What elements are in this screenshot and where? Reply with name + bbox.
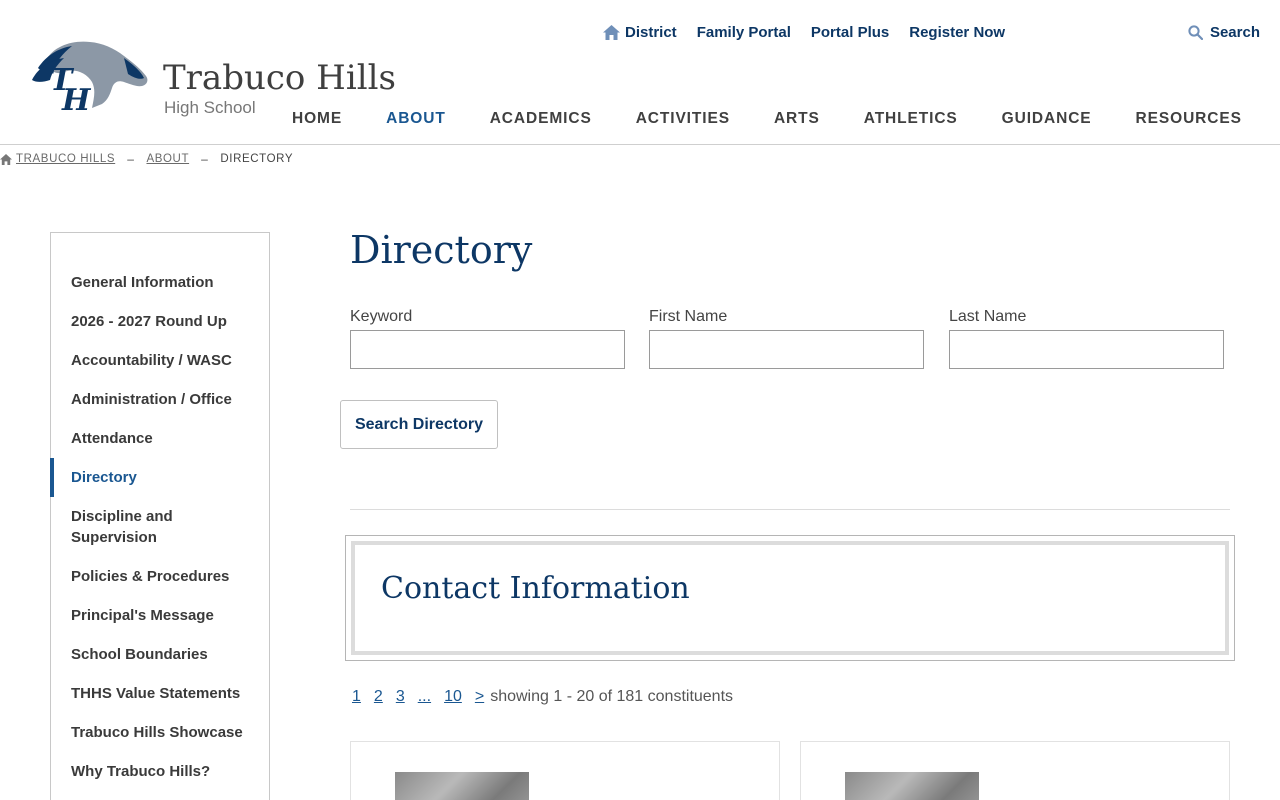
util-link-portal-plus[interactable]: Portal Plus: [811, 24, 889, 41]
breadcrumb-current: DIRECTORY: [220, 153, 294, 165]
utility-nav: District Family Portal Portal Plus Regis…: [603, 24, 1005, 41]
last-name-input[interactable]: [949, 330, 1224, 369]
sidebar-item-administration[interactable]: Administration / Office: [51, 380, 269, 419]
brand-subtitle: High School: [164, 98, 256, 117]
sidebar-item-policies[interactable]: Policies & Procedures: [51, 557, 269, 596]
main-nav-activities[interactable]: ACTIVITIES: [636, 110, 730, 128]
contact-information-inner: Contact Information: [351, 541, 1229, 655]
first-name-input[interactable]: [649, 330, 924, 369]
mustang-th-logo-icon[interactable]: T H: [28, 38, 152, 118]
main-nav-home[interactable]: HOME: [292, 110, 342, 128]
breadcrumb-about-link[interactable]: ABOUT: [146, 153, 189, 165]
constituent-card[interactable]: [350, 741, 780, 800]
first-name-field: First Name: [649, 308, 925, 369]
keyword-label: Keyword: [350, 308, 413, 325]
constituent-photo: [395, 772, 529, 800]
page-link-ellipsis[interactable]: ...: [418, 688, 431, 706]
util-link-family-portal[interactable]: Family Portal: [697, 24, 791, 41]
sidebar-item-why-trabuco-hills[interactable]: Why Trabuco Hills?: [51, 752, 269, 791]
constituent-card[interactable]: [800, 741, 1230, 800]
main-nav-arts[interactable]: ARTS: [774, 110, 820, 128]
main-nav-about[interactable]: ABOUT: [386, 110, 446, 128]
site-header: T H Trabuco Hills High School District F…: [0, 0, 1280, 145]
search-label: Search: [1209, 24, 1260, 41]
util-link-label: District: [625, 24, 677, 41]
page-link-next[interactable]: >: [475, 688, 484, 706]
sidebar-item-attendance[interactable]: Attendance: [51, 419, 269, 458]
svg-text:H: H: [61, 83, 92, 114]
breadcrumb-separator: –: [127, 152, 135, 166]
home-icon: [0, 153, 12, 165]
search-icon: [1188, 25, 1203, 40]
contact-information-title: Contact Information: [381, 571, 690, 606]
pagination: 1 2 3 ... 10 > showing 1 - 20 of 181 con…: [352, 688, 733, 706]
section-divider: [350, 509, 1230, 510]
first-name-label: First Name: [649, 308, 728, 325]
keyword-input[interactable]: [350, 330, 625, 369]
contact-information-box: Contact Information: [345, 535, 1235, 661]
main-nav: HOME ABOUT ACADEMICS ACTIVITIES ARTS ATH…: [292, 110, 1242, 128]
keyword-field: Keyword: [350, 308, 626, 369]
util-link-register-now[interactable]: Register Now: [909, 24, 1005, 41]
sidebar-item-value-statements[interactable]: THHS Value Statements: [51, 674, 269, 713]
sidebar-item-accountability[interactable]: Accountability / WASC: [51, 341, 269, 380]
home-icon: [603, 25, 620, 40]
main-nav-guidance[interactable]: GUIDANCE: [1002, 110, 1092, 128]
sidebar-item-directory[interactable]: Directory: [50, 458, 269, 497]
sidebar-item-showcase[interactable]: Trabuco Hills Showcase: [51, 713, 269, 752]
constituent-photo: [845, 772, 979, 800]
last-name-field: Last Name: [949, 308, 1225, 369]
search-directory-button[interactable]: Search Directory: [340, 400, 498, 449]
sidebar-item-discipline[interactable]: Discipline and Supervision: [51, 497, 269, 557]
last-name-label: Last Name: [949, 308, 1027, 325]
sidebar-item-general-information[interactable]: General Information: [51, 263, 269, 302]
page-link-1[interactable]: 1: [352, 688, 361, 706]
page-link-2[interactable]: 2: [374, 688, 383, 706]
sidebar-nav: General Information 2026 - 2027 Round Up…: [50, 232, 270, 800]
sidebar-list: General Information 2026 - 2027 Round Up…: [50, 233, 269, 791]
sidebar-item-round-up[interactable]: 2026 - 2027 Round Up: [51, 302, 269, 341]
page-link-3[interactable]: 3: [396, 688, 405, 706]
breadcrumb: TRABUCO HILLS – ABOUT – DIRECTORY: [0, 152, 293, 166]
brand-name[interactable]: Trabuco Hills: [163, 58, 396, 98]
main-nav-athletics[interactable]: ATHLETICS: [864, 110, 958, 128]
main-nav-resources[interactable]: RESOURCES: [1136, 110, 1242, 128]
util-link-district[interactable]: District: [603, 24, 677, 41]
pagination-summary: showing 1 - 20 of 181 constituents: [490, 688, 734, 705]
breadcrumb-separator: –: [201, 152, 209, 166]
page-title: Directory: [350, 228, 533, 272]
header-search-button[interactable]: Search: [1188, 24, 1260, 41]
breadcrumb-home-link[interactable]: TRABUCO HILLS: [16, 153, 115, 165]
sidebar-item-principals-message[interactable]: Principal's Message: [51, 596, 269, 635]
page-link-10[interactable]: 10: [444, 688, 462, 706]
main-nav-academics[interactable]: ACADEMICS: [490, 110, 592, 128]
sidebar-item-school-boundaries[interactable]: School Boundaries: [51, 635, 269, 674]
